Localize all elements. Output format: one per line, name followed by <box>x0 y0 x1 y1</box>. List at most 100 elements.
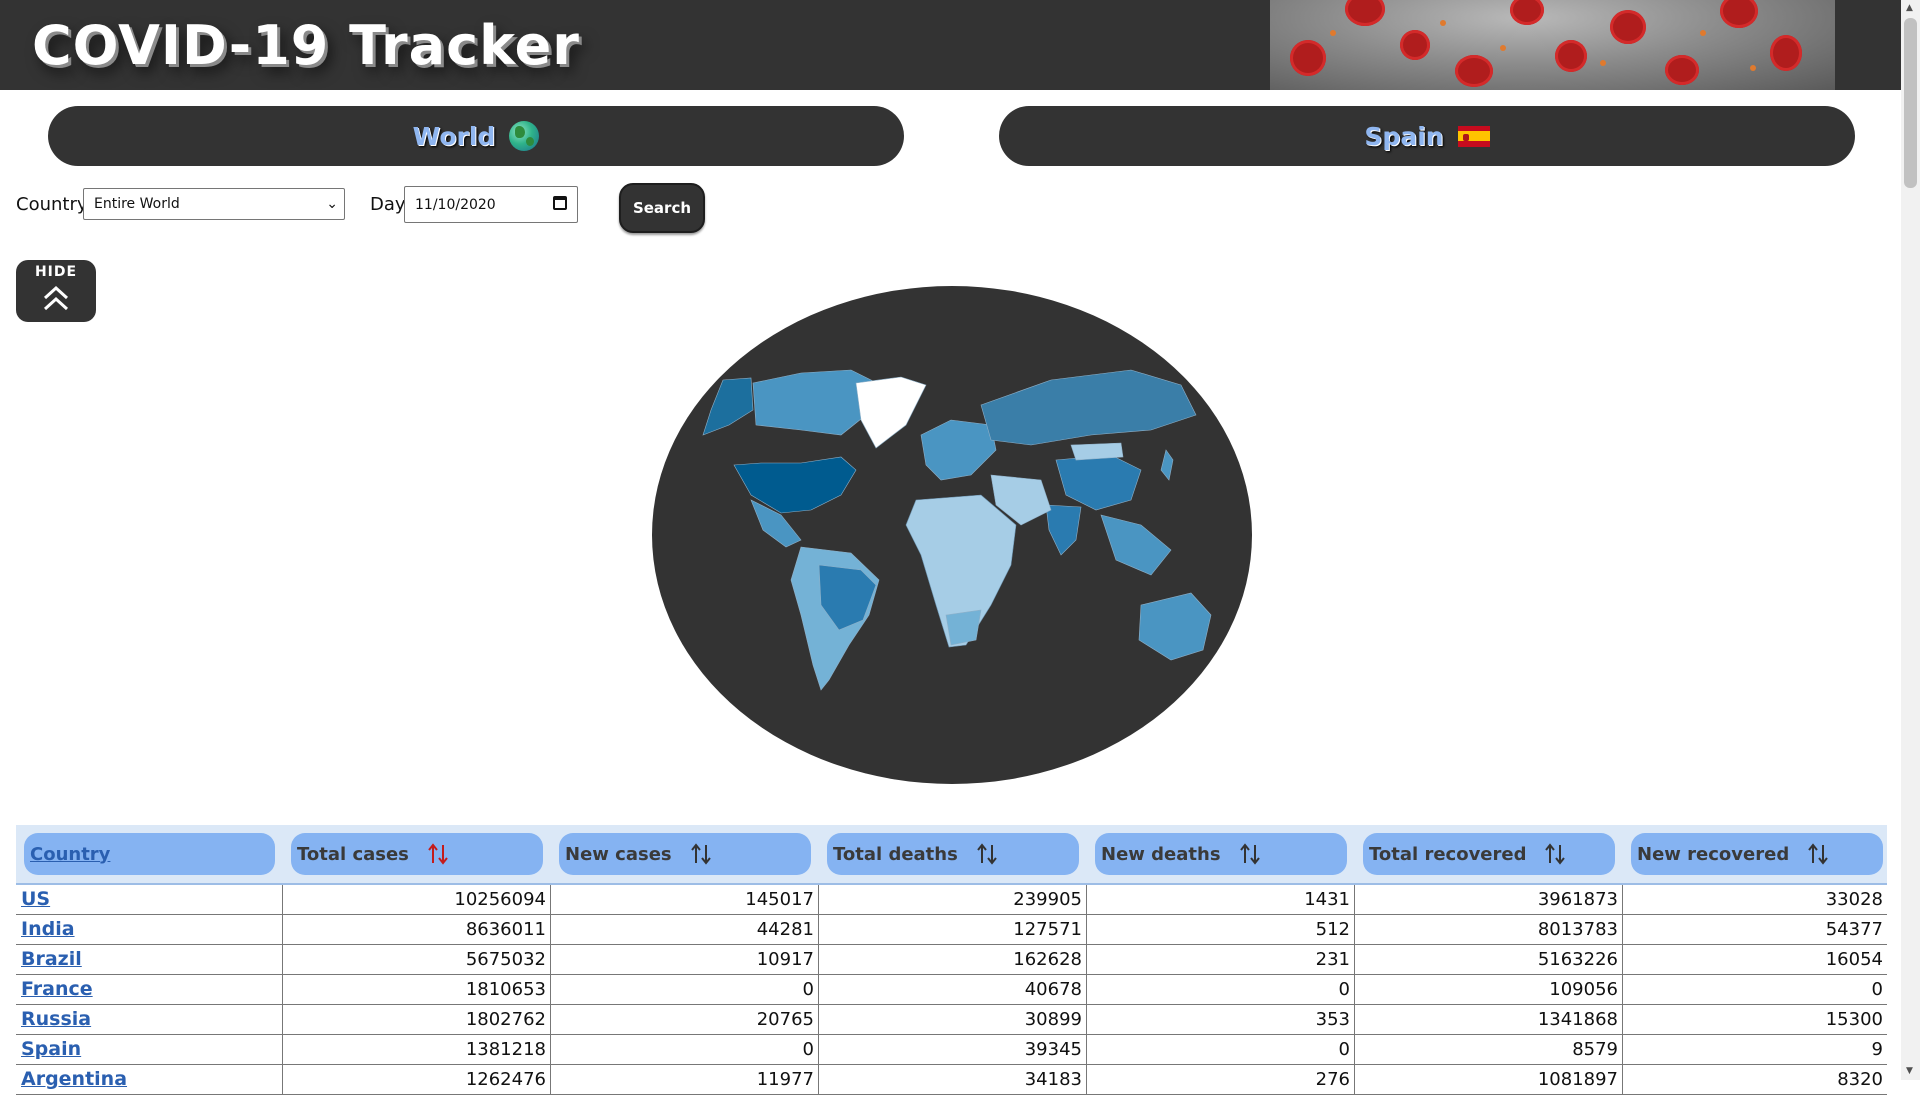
new-deaths-cell: 512 <box>1087 915 1355 944</box>
app-title: COVID-19 Tracker <box>32 14 580 77</box>
sort-icon[interactable] <box>690 843 714 865</box>
nav-spain-label: Spain <box>1364 121 1444 151</box>
table-row: Argentina 1262476 11977 34183 276 108189… <box>16 1065 1887 1095</box>
sort-icon[interactable] <box>1807 843 1831 865</box>
sort-icon[interactable] <box>1544 843 1568 865</box>
total-cases-cell: 8636011 <box>283 915 551 944</box>
country-link[interactable]: France <box>21 978 93 1000</box>
column-header-label: New deaths <box>1101 843 1221 865</box>
nav-world-button[interactable]: World <box>48 106 904 166</box>
country-cell: Spain <box>16 1035 283 1064</box>
total-deaths-cell: 239905 <box>819 885 1087 914</box>
country-link[interactable]: India <box>21 918 75 940</box>
country-select[interactable]: Entire World ⌄ <box>83 188 345 220</box>
new-cases-cell: 44281 <box>551 915 819 944</box>
sort-icon[interactable] <box>1239 843 1263 865</box>
column-header-total-deaths[interactable]: Total deaths <box>827 833 1079 875</box>
new-recovered-cell: 54377 <box>1825 919 1883 940</box>
sort-descending-icon[interactable] <box>427 843 451 865</box>
total-cases-cell: 1802762 <box>283 1005 551 1034</box>
globe-icon <box>509 121 540 151</box>
total-deaths-cell: 40678 <box>819 975 1087 1004</box>
new-cases-cell: 145017 <box>551 885 819 914</box>
country-cell: Brazil <box>16 945 283 974</box>
new-recovered-cell: 33028 <box>1825 889 1883 910</box>
total-recovered-cell: 5163226 <box>1355 945 1623 974</box>
hide-button-label: HIDE <box>34 264 78 280</box>
new-deaths-cell: 1431 <box>1087 885 1355 914</box>
column-header-new-recovered[interactable]: New recovered <box>1631 833 1883 875</box>
chevron-down-icon: ⌄ <box>326 196 338 212</box>
total-deaths-cell: 30899 <box>819 1005 1087 1034</box>
column-header-label: Total cases <box>297 843 409 865</box>
day-date-value: 11/10/2020 <box>415 196 496 213</box>
new-recovered-cell: 9 <box>1871 1039 1883 1060</box>
column-header-label: Total recovered <box>1369 843 1527 865</box>
table-row: Russia 1802762 20765 30899 353 1341868 1… <box>16 1005 1887 1035</box>
total-cases-cell: 1381218 <box>283 1035 551 1064</box>
country-label: Country <box>16 194 88 215</box>
column-header-label: Country <box>30 843 111 865</box>
world-map[interactable] <box>651 285 1253 785</box>
map-region-mongolia <box>1070 442 1124 461</box>
total-cases-cell: 10256094 <box>283 885 551 914</box>
total-recovered-cell: 109056 <box>1355 975 1623 1004</box>
column-header-total-recovered[interactable]: Total recovered <box>1363 833 1615 875</box>
total-cases-cell: 1810653 <box>283 975 551 1004</box>
column-header-country[interactable]: Country <box>24 833 275 875</box>
new-recovered-cell: 16054 <box>1825 949 1883 970</box>
total-deaths-cell: 39345 <box>819 1035 1087 1064</box>
page-scrollbar[interactable]: ▲ ▼ <box>1901 0 1920 1080</box>
app-header: COVID-19 Tracker <box>0 0 1901 90</box>
table-row: France 1810653 0 40678 0 109056 0 <box>16 975 1887 1005</box>
new-deaths-cell: 0 <box>1087 1035 1355 1064</box>
scrollbar-thumb[interactable] <box>1904 18 1917 188</box>
table-header: Country Total cases New cases Total deat… <box>16 825 1887 885</box>
new-recovered-cell: 15300 <box>1825 1009 1883 1030</box>
total-recovered-cell: 8579 <box>1355 1035 1623 1064</box>
country-cell: Russia <box>16 1005 283 1034</box>
scroll-down-arrow-icon[interactable]: ▼ <box>1906 1066 1913 1076</box>
total-recovered-cell: 3961873 <box>1355 885 1623 914</box>
column-header-new-cases[interactable]: New cases <box>559 833 811 875</box>
new-cases-cell: 10917 <box>551 945 819 974</box>
country-cell: India <box>16 915 283 944</box>
covid-stats-table: Country Total cases New cases Total deat… <box>16 825 1887 1095</box>
nav-world-label: World <box>412 121 496 151</box>
column-header-label: Total deaths <box>833 843 958 865</box>
new-deaths-cell: 0 <box>1087 975 1355 1004</box>
new-cases-cell: 0 <box>551 975 819 1004</box>
day-date-input[interactable]: 11/10/2020 <box>404 186 578 223</box>
nav-spain-button[interactable]: Spain <box>999 106 1855 166</box>
total-recovered-cell: 1341868 <box>1355 1005 1623 1034</box>
hide-map-button[interactable]: HIDE <box>16 260 96 322</box>
new-recovered-cell: 0 <box>1871 979 1883 1000</box>
country-select-value: Entire World <box>94 196 180 212</box>
column-header-total-cases[interactable]: Total cases <box>291 833 543 875</box>
table-row: India 8636011 44281 127571 512 8013783 5… <box>16 915 1887 945</box>
country-link[interactable]: Spain <box>21 1038 81 1060</box>
table-row: Brazil 5675032 10917 162628 231 5163226 … <box>16 945 1887 975</box>
calendar-icon[interactable] <box>553 196 567 210</box>
table-row: US 10256094 145017 239905 1431 3961873 3… <box>16 885 1887 915</box>
column-header-label: New recovered <box>1637 843 1790 865</box>
country-link[interactable]: Russia <box>21 1008 91 1030</box>
map-region-south-africa <box>945 609 982 646</box>
day-label: Day <box>370 194 406 215</box>
sort-icon[interactable] <box>976 843 1000 865</box>
total-deaths-cell: 162628 <box>819 945 1087 974</box>
total-deaths-cell: 127571 <box>819 915 1087 944</box>
column-header-label: New cases <box>565 843 672 865</box>
country-link[interactable]: US <box>21 888 50 910</box>
country-link[interactable]: Brazil <box>21 948 82 970</box>
column-header-new-deaths[interactable]: New deaths <box>1095 833 1347 875</box>
table-row: Spain 1381218 0 39345 0 8579 9 <box>16 1035 1887 1065</box>
country-cell: US <box>16 885 283 914</box>
spain-flag-icon <box>1457 125 1490 147</box>
country-cell: France <box>16 975 283 1004</box>
scroll-up-arrow-icon[interactable]: ▲ <box>1906 3 1913 13</box>
total-recovered-cell: 8013783 <box>1355 915 1623 944</box>
search-button[interactable]: Search <box>619 183 705 233</box>
new-deaths-cell: 353 <box>1087 1005 1355 1034</box>
country-link[interactable]: Argentina <box>21 1068 127 1090</box>
